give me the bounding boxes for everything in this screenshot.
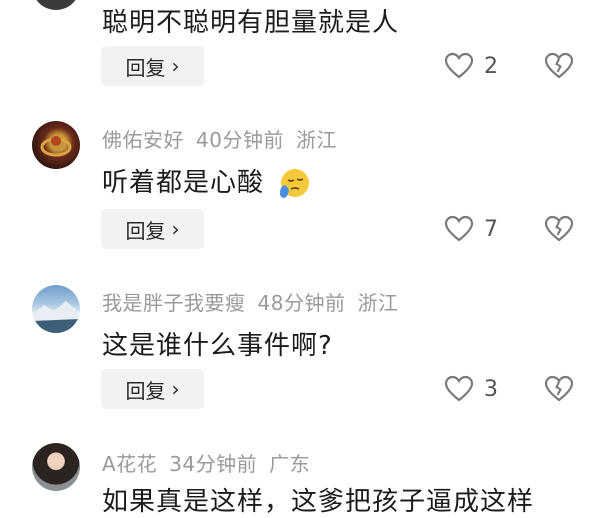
comment-text: 如果真是这样，这爹把孩子逼成这样 <box>102 487 535 517</box>
comment-meta: 我是胖子我要瘦 48分钟前 浙江 <box>102 287 410 316</box>
chevron-right-icon: › <box>171 377 180 401</box>
avatar[interactable] <box>32 443 80 491</box>
author-name[interactable]: A花花 <box>102 452 157 476</box>
comment-text: 这是谁什么事件啊? <box>102 331 333 361</box>
broken-heart-icon <box>544 375 574 402</box>
author-name[interactable]: 佛佑安好 <box>102 128 184 152</box>
like-count: 3 <box>484 376 498 402</box>
dislike-button[interactable] <box>544 52 574 84</box>
like-button[interactable]: 3 <box>444 375 498 403</box>
reply-button[interactable]: 回复 › <box>101 209 204 249</box>
avatar[interactable] <box>32 285 80 333</box>
heart-icon <box>444 215 474 242</box>
comment-text: 听着都是心酸 <box>102 162 311 202</box>
like-button[interactable]: 2 <box>444 52 498 80</box>
reply-button[interactable]: 回复 › <box>101 46 204 86</box>
comment-time: 40分钟前 <box>196 128 284 152</box>
broken-heart-icon <box>544 215 574 242</box>
dislike-button[interactable] <box>544 375 574 407</box>
comment-location: 浙江 <box>295 128 337 152</box>
comment-time: 34分钟前 <box>169 452 258 476</box>
comment-text: 聪明不聪明有胆量就是人 <box>102 8 400 38</box>
like-button[interactable]: 7 <box>444 215 498 243</box>
reply-button[interactable]: 回复 › <box>101 369 204 409</box>
avatar-image <box>40 136 72 157</box>
avatar[interactable] <box>32 0 80 10</box>
author-name[interactable]: 我是胖子我要瘦 <box>102 291 246 315</box>
sad-relieved-face-emoji <box>280 168 310 198</box>
like-count: 7 <box>484 216 498 242</box>
comment-text-content: 听着都是心酸 <box>102 168 265 198</box>
dislike-button[interactable] <box>544 215 574 247</box>
avatar-image <box>32 301 80 333</box>
chevron-right-icon: › <box>171 217 180 241</box>
reply-label: 回复 <box>125 218 166 243</box>
comment-meta: 佛佑安好 40分钟前 浙江 <box>102 124 349 153</box>
reply-label: 回复 <box>125 55 166 80</box>
avatar[interactable] <box>32 121 80 169</box>
broken-heart-icon <box>544 52 574 79</box>
heart-icon <box>444 52 474 79</box>
like-count: 2 <box>484 53 498 79</box>
comment-location: 广东 <box>269 452 311 476</box>
comment-meta: A花花 34分钟前 广东 <box>102 448 322 477</box>
chevron-right-icon: › <box>171 54 180 78</box>
comment-location: 浙江 <box>357 291 399 315</box>
comment-time: 48分钟前 <box>257 291 346 315</box>
heart-icon <box>444 375 474 402</box>
reply-label: 回复 <box>125 378 166 403</box>
